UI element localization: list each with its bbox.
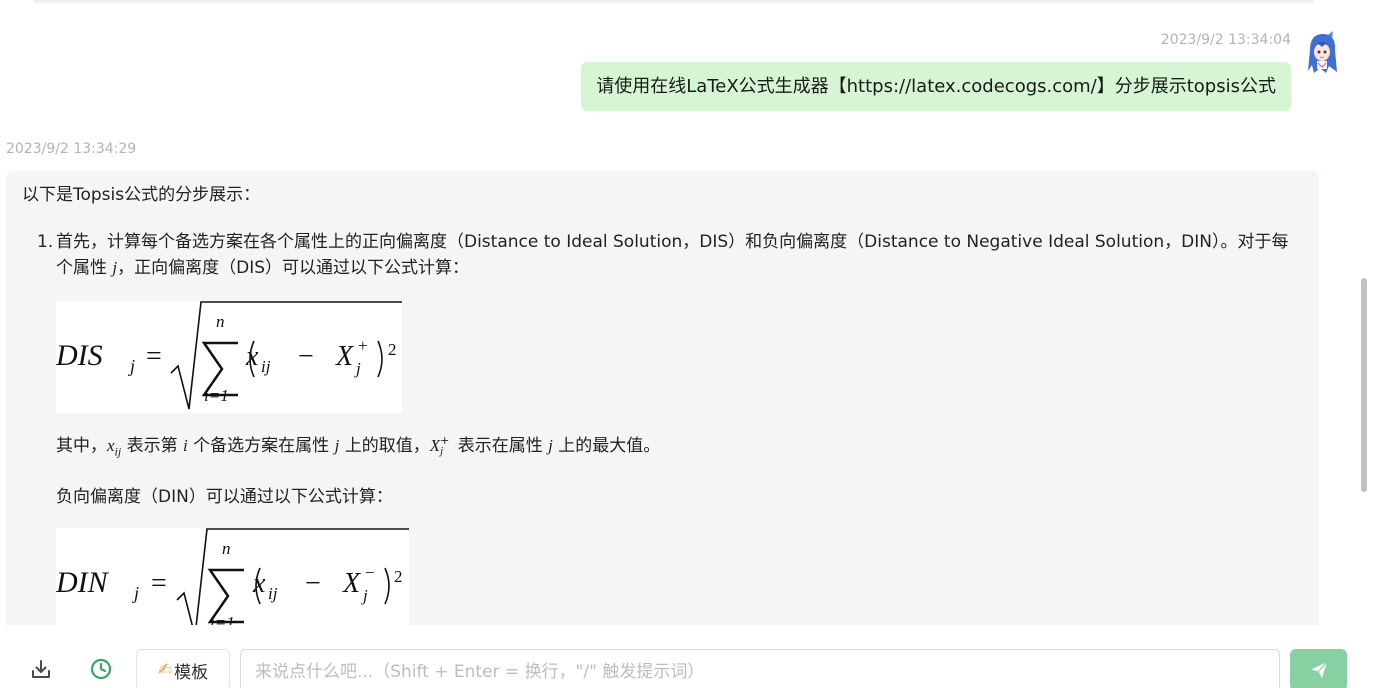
explain-text: 个备选方案在属性 <box>187 436 335 456</box>
din-minus: − <box>305 568 321 599</box>
explain-text: 上的取值， <box>339 436 430 456</box>
template-button[interactable]: ✍ 模板 <box>136 649 230 688</box>
history-button[interactable] <box>85 653 117 685</box>
din-X: X <box>342 568 361 599</box>
step-number: 1. <box>37 232 54 252</box>
dis-X: X <box>335 341 354 372</box>
clock-icon <box>90 658 112 680</box>
paper-plane-icon <box>1310 661 1327 678</box>
send-button[interactable] <box>1290 649 1347 688</box>
din-formula-image: DIN j = n i=1 x ij − X j − 2 <box>56 528 409 625</box>
din-intro: 负向偏离度（DIN）可以通过以下公式计算： <box>56 487 393 508</box>
template-label: 模板 <box>174 662 209 683</box>
dis-lhs-sub: j <box>128 356 135 376</box>
din-sum-top: n <box>222 539 231 558</box>
bot-message-bubble: 以下是Topsis公式的分步展示： 1. 首先，计算每个备选方案在各个属性上的正… <box>6 171 1319 625</box>
previous-message-edge <box>34 0 1314 2</box>
explain-text: 表示第 <box>121 436 184 456</box>
din-equals: = <box>151 568 167 599</box>
dis-x-sub: ij <box>261 357 271 376</box>
bot-message-timestamp: 2023/9/2 13:34:29 <box>6 141 137 157</box>
dis-X-sup: + <box>358 336 368 355</box>
chat-scrollbar-thumb[interactable] <box>1361 278 1367 492</box>
din-power: 2 <box>394 567 403 586</box>
explain-text: 上的最大值。 <box>552 436 661 456</box>
math-var: X <box>429 436 441 455</box>
composer-bar: ✍ 模板 <box>0 625 1366 688</box>
math-var: x <box>107 436 115 455</box>
dis-sum-top: n <box>216 312 225 331</box>
step-list-item: 1. 首先，计算每个备选方案在各个属性上的正向偏离度（Distance to I… <box>22 229 1303 625</box>
din-lhs: DIN <box>56 566 110 599</box>
chat-history[interactable]: 2023/9/2 13:34:04 ··· 请使用在线LaTeX公式生成器【ht… <box>0 0 1366 625</box>
din-x-sub: ij <box>268 584 278 603</box>
dis-formula-image: DIS j = n i=1 x ij − X j + 2 <box>56 301 402 413</box>
message-input[interactable] <box>240 649 1280 688</box>
din-lhs-sub: j <box>132 583 139 603</box>
dis-equals: = <box>146 341 162 372</box>
dis-lhs: DIS <box>56 339 103 372</box>
user-message-bubble: 请使用在线LaTeX公式生成器【https://latex.codecogs.c… <box>581 62 1291 111</box>
export-button[interactable] <box>25 653 57 685</box>
math-sub: j <box>440 445 444 457</box>
dis-minus: − <box>298 341 314 372</box>
user-avatar[interactable] <box>1302 30 1342 74</box>
bot-intro-text: 以下是Topsis公式的分步展示： <box>22 185 261 205</box>
writing-hand-icon: ✍ <box>157 660 173 680</box>
dis-explanation: 其中，xij 表示第 i 个备选方案在属性 j 上的取值，X + j 表示在属性 j… <box>56 433 1303 464</box>
din-X-sup: − <box>365 563 375 582</box>
dis-X-sub: j <box>354 359 361 378</box>
step-text-part-b: ，正向偏离度（DIS）可以通过以下公式计算： <box>117 258 470 278</box>
explain-text: 表示在属性 <box>452 436 549 456</box>
chat-scrollbar[interactable] <box>1366 0 1396 688</box>
chat-app: 2023/9/2 13:34:04 ··· 请使用在线LaTeX公式生成器【ht… <box>0 0 1396 688</box>
din-X-sub: j <box>361 586 368 605</box>
user-message-timestamp: 2023/9/2 13:34:04 <box>1160 32 1291 48</box>
dis-power: 2 <box>388 340 397 359</box>
download-icon <box>32 660 50 678</box>
explain-text: 其中， <box>56 436 107 456</box>
